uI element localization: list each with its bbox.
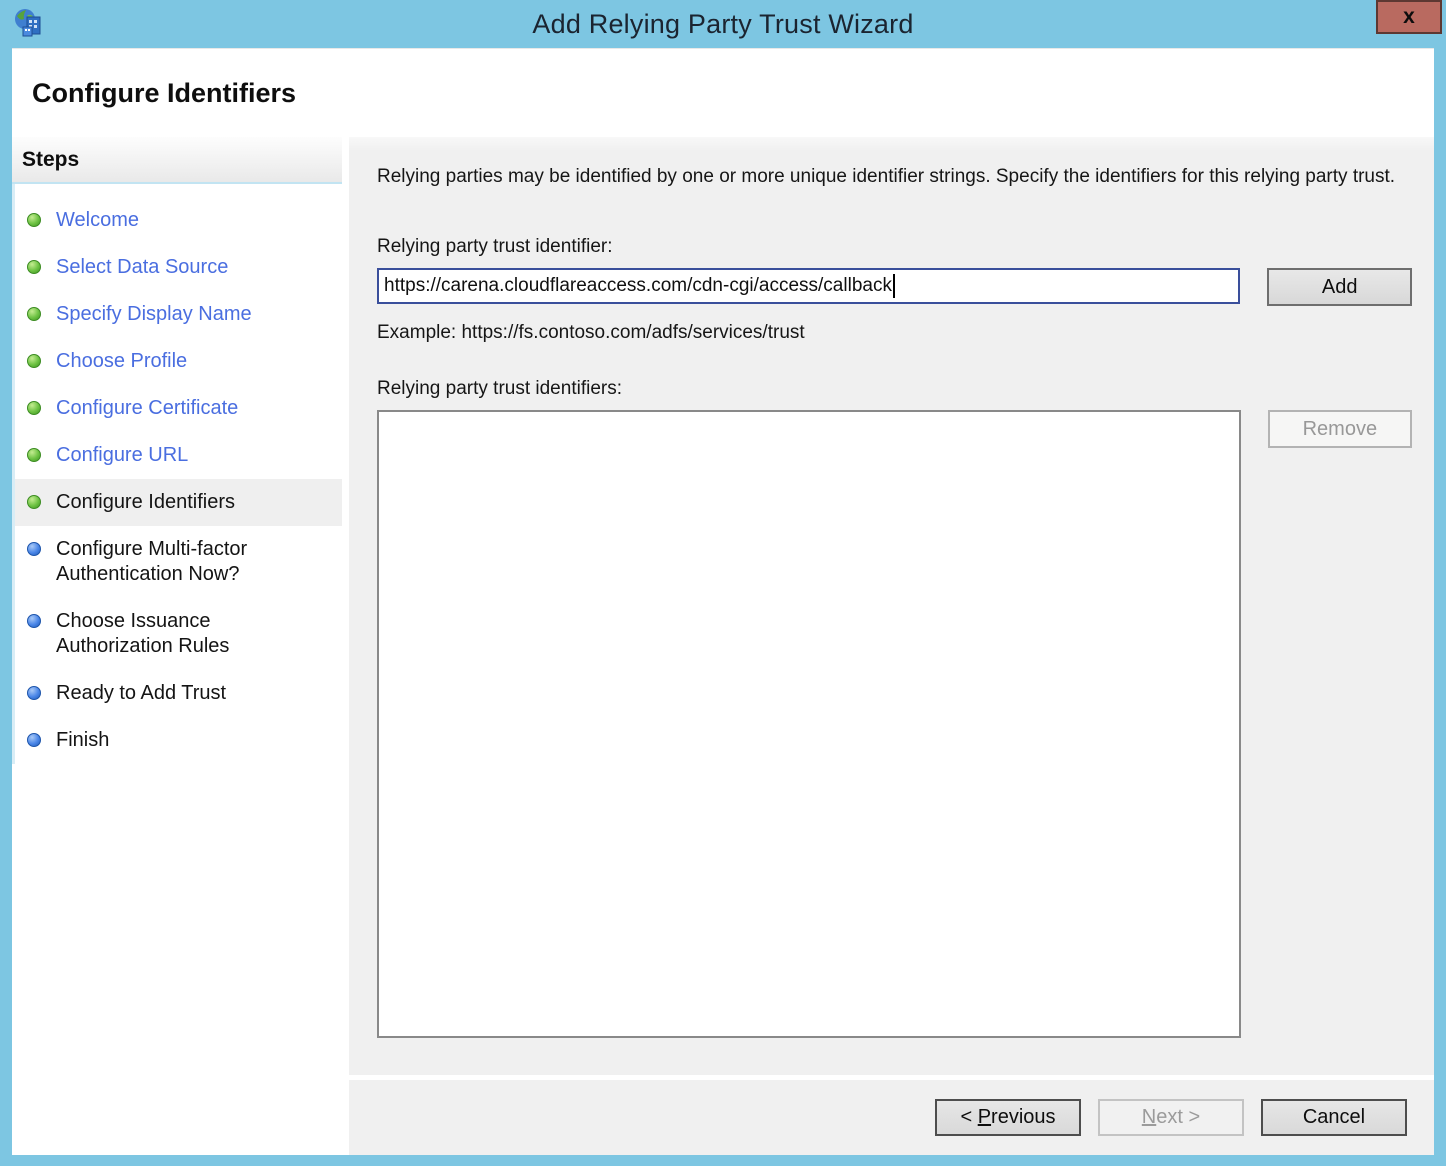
identifiers-listbox[interactable] xyxy=(377,410,1241,1038)
step-item-configure-identifiers: Configure Identifiers xyxy=(15,479,342,526)
step-label: Choose Profile xyxy=(56,349,187,374)
step-label: Configure URL xyxy=(56,443,188,468)
identifier-field-label: Relying party trust identifier: xyxy=(377,236,1412,258)
step-status-icon xyxy=(27,260,41,274)
next-button[interactable]: Next > xyxy=(1098,1099,1244,1136)
previous-button[interactable]: < Previous xyxy=(935,1099,1081,1136)
title-bar: Add Relying Party Trust Wizard x xyxy=(0,0,1446,48)
step-item-specify-display-name[interactable]: Specify Display Name xyxy=(15,291,342,338)
identifiers-list-label: Relying party trust identifiers: xyxy=(377,378,1412,400)
step-item-choose-profile[interactable]: Choose Profile xyxy=(15,338,342,385)
steps-sidebar: Steps Welcome Select Data Source Specify D… xyxy=(12,137,342,1155)
window-title: Add Relying Party Trust Wizard xyxy=(0,0,1446,48)
cancel-button[interactable]: Cancel xyxy=(1261,1099,1407,1136)
step-item-welcome[interactable]: Welcome xyxy=(15,197,342,244)
close-button[interactable]: x xyxy=(1376,0,1442,34)
step-label: Ready to Add Trust xyxy=(56,681,226,706)
step-status-icon xyxy=(27,542,41,556)
step-item-configure-multi-factor-authentication-now: Configure Multi-factor Authentication No… xyxy=(15,526,342,598)
relying-party-identifier-input[interactable]: https://carena.cloudflareaccess.com/cdn-… xyxy=(377,268,1240,304)
content-panel: Relying parties may be identified by one… xyxy=(349,137,1434,1075)
intro-text: Relying parties may be identified by one… xyxy=(377,163,1407,190)
step-status-icon xyxy=(27,495,41,509)
identifier-input-value: https://carena.cloudflareaccess.com/cdn-… xyxy=(384,275,892,297)
step-status-icon xyxy=(27,354,41,368)
steps-list: Welcome Select Data Source Specify Display… xyxy=(12,184,342,764)
wizard-button-bar: < Previous Next > Cancel xyxy=(349,1080,1434,1155)
step-status-icon xyxy=(27,686,41,700)
step-item-choose-issuance-authorization-rules: Choose Issuance Authorization Rules xyxy=(15,598,342,670)
step-item-configure-certificate[interactable]: Configure Certificate xyxy=(15,385,342,432)
steps-heading: Steps xyxy=(12,137,342,184)
step-item-select-data-source[interactable]: Select Data Source xyxy=(15,244,342,291)
add-button[interactable]: Add xyxy=(1267,268,1412,306)
step-label: Choose Issuance Authorization Rules xyxy=(56,609,291,659)
example-text: Example: https://fs.contoso.com/adfs/ser… xyxy=(377,322,1412,344)
page-title: Configure Identifiers xyxy=(32,78,296,109)
step-item-configure-url[interactable]: Configure URL xyxy=(15,432,342,479)
step-item-finish: Finish xyxy=(15,717,342,764)
step-status-icon xyxy=(27,307,41,321)
step-status-icon xyxy=(27,401,41,415)
step-status-icon xyxy=(27,733,41,747)
step-item-ready-to-add-trust: Ready to Add Trust xyxy=(15,670,342,717)
step-label: Configure Multi-factor Authentication No… xyxy=(56,537,291,587)
step-label: Specify Display Name xyxy=(56,302,252,327)
page-header: Configure Identifiers xyxy=(12,49,1434,137)
step-status-icon xyxy=(27,614,41,628)
step-status-icon xyxy=(27,448,41,462)
step-status-icon xyxy=(27,213,41,227)
dialog-frame: Configure Identifiers Steps Welcome Selec… xyxy=(12,48,1434,1155)
step-label: Select Data Source xyxy=(56,255,228,280)
step-label: Configure Identifiers xyxy=(56,490,235,515)
step-label: Welcome xyxy=(56,208,139,233)
step-label: Configure Certificate xyxy=(56,396,238,421)
wizard-window: Add Relying Party Trust Wizard x Configu… xyxy=(0,0,1446,1166)
step-label: Finish xyxy=(56,728,109,753)
text-caret xyxy=(893,274,895,298)
remove-button[interactable]: Remove xyxy=(1268,410,1412,448)
